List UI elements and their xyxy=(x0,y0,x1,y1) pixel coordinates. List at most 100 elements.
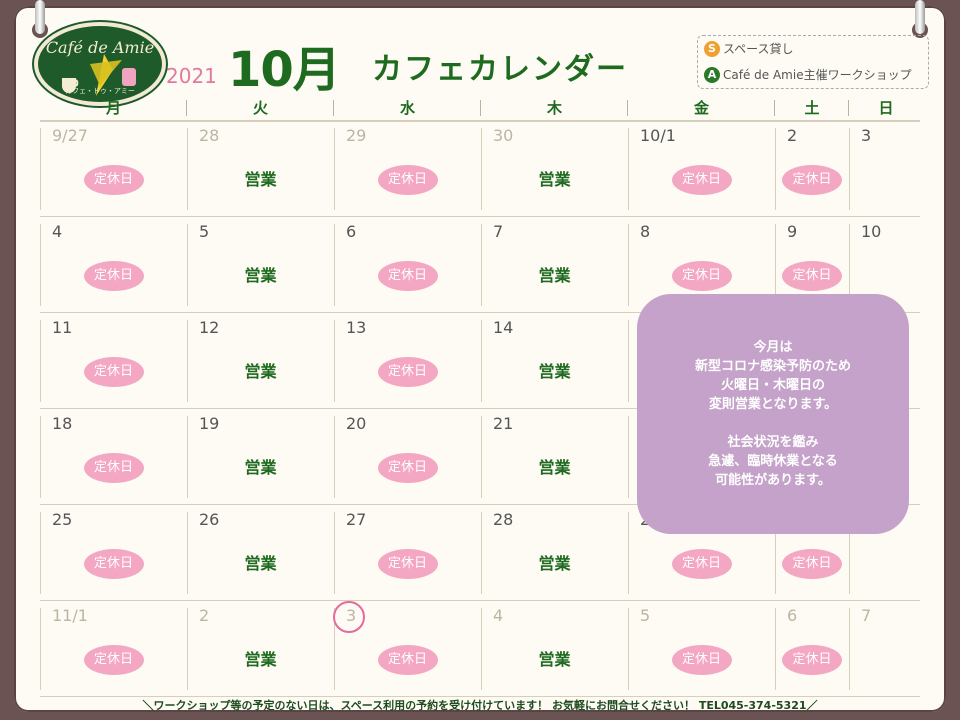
date-number: 9/27 xyxy=(52,126,88,145)
notice-line xyxy=(637,414,909,433)
date-number: 18 xyxy=(52,414,73,433)
legend-box: S スペース貸し A Café de Amie主催ワークショップ xyxy=(697,35,929,89)
closed-badge: 定休日 xyxy=(83,453,144,483)
column-divider xyxy=(481,224,482,306)
column-divider xyxy=(40,512,41,594)
header-divider xyxy=(480,100,481,116)
notice-line: 新型コロナ感染予防のため xyxy=(694,359,851,374)
column-divider xyxy=(187,320,188,402)
column-divider xyxy=(628,608,629,690)
column-divider xyxy=(628,224,629,306)
cafe-logo: Café de Amie カフェ・ドゥ・アミー xyxy=(34,22,166,106)
workshop-icon: A xyxy=(704,66,720,83)
date-number: 6 xyxy=(787,606,798,625)
date-number: 10/1 xyxy=(640,126,676,145)
open-label: 営業 xyxy=(244,266,277,285)
highlight-circle xyxy=(333,601,365,633)
date-number: 29 xyxy=(346,126,367,145)
column-divider xyxy=(334,416,335,498)
column-divider xyxy=(334,224,335,306)
open-label: 営業 xyxy=(538,458,571,477)
date-number: 11/1 xyxy=(52,606,88,625)
closed-badge: 定休日 xyxy=(671,549,732,579)
notice-line: 急遽、臨時休業となる xyxy=(708,454,838,469)
column-divider xyxy=(849,608,850,690)
open-label: 営業 xyxy=(538,650,571,669)
footer-contact: ＼ワークショップ等の予定のない日は、スペース利用の予約を受け付けています！ お気… xyxy=(142,699,818,712)
weekday-header: 火 xyxy=(252,99,268,117)
column-divider xyxy=(40,320,41,402)
binder-ring-right xyxy=(915,0,925,34)
date-number: 26 xyxy=(199,510,220,529)
column-divider xyxy=(481,128,482,210)
date-number: 4 xyxy=(52,222,63,241)
closed-badge: 定休日 xyxy=(83,645,144,675)
logo-subtitle: カフェ・ドゥ・アミー xyxy=(65,87,135,95)
column-divider xyxy=(775,128,776,210)
open-label: 営業 xyxy=(244,362,277,381)
notice-panel: 今月は 新型コロナ感染予防のため 火曜日・木曜日の 変則営業となります。 社会状況を鑑… xyxy=(637,294,909,534)
date-number: 28 xyxy=(493,510,514,529)
header-divider xyxy=(848,100,849,116)
header-divider xyxy=(186,100,187,116)
closed-badge: 定休日 xyxy=(782,261,842,291)
date-number: 10 xyxy=(861,222,882,241)
row-divider xyxy=(40,216,920,217)
column-divider xyxy=(334,512,335,594)
date-number: 14 xyxy=(493,318,514,337)
closed-badge: 定休日 xyxy=(377,357,438,387)
date-number: 2 xyxy=(199,606,210,625)
open-label: 営業 xyxy=(244,458,277,477)
closed-badge: 定休日 xyxy=(377,645,438,675)
notice-line: 火曜日・木曜日の xyxy=(720,378,825,393)
closed-badge: 定休日 xyxy=(377,453,438,483)
row-divider xyxy=(40,600,920,601)
column-divider xyxy=(187,416,188,498)
weekday-header: 金 xyxy=(693,99,709,117)
legend-item-space: S スペース貸し xyxy=(704,40,794,57)
column-divider xyxy=(775,608,776,690)
date-number: 12 xyxy=(199,318,220,337)
date-number: 7 xyxy=(861,606,872,625)
weekday-header: 月 xyxy=(105,99,121,117)
notice-line: 変則営業となります。 xyxy=(708,397,838,412)
column-divider xyxy=(187,608,188,690)
closed-badge: 定休日 xyxy=(83,357,144,387)
closed-badge: 定休日 xyxy=(377,549,438,579)
closed-badge: 定休日 xyxy=(671,165,732,195)
column-divider xyxy=(334,320,335,402)
open-label: 営業 xyxy=(244,554,277,573)
weekday-header: 日 xyxy=(878,99,894,117)
column-divider xyxy=(481,416,482,498)
date-number: 4 xyxy=(493,606,504,625)
open-label: 営業 xyxy=(538,554,571,573)
date-number: 5 xyxy=(199,222,210,241)
column-divider xyxy=(481,512,482,594)
closed-badge: 定休日 xyxy=(782,165,842,195)
date-number: 5 xyxy=(640,606,651,625)
closed-badge: 定休日 xyxy=(83,165,144,195)
date-number: 6 xyxy=(346,222,357,241)
logo-name: Café de Amie xyxy=(45,38,155,57)
notice-line: 社会状況を鑑み xyxy=(727,435,819,450)
column-divider xyxy=(40,416,41,498)
open-label: 営業 xyxy=(244,170,277,189)
date-number: 19 xyxy=(199,414,220,433)
column-divider xyxy=(187,224,188,306)
open-label: 営業 xyxy=(538,362,571,381)
legend-item-workshop: A Café de Amie主催ワークショップ xyxy=(704,66,912,83)
column-divider xyxy=(481,320,482,402)
column-divider xyxy=(628,512,629,594)
closed-badge: 定休日 xyxy=(782,549,842,579)
date-number: 9 xyxy=(787,222,798,241)
row-divider xyxy=(40,120,920,122)
column-divider xyxy=(334,128,335,210)
date-number: 20 xyxy=(346,414,367,433)
header-divider xyxy=(627,100,628,116)
calendar-title: カフェカレンダー xyxy=(372,52,628,87)
closed-badge: 定休日 xyxy=(83,261,144,291)
column-divider xyxy=(628,320,629,402)
closed-badge: 定休日 xyxy=(671,645,732,675)
open-label: 営業 xyxy=(538,170,571,189)
calendar-year: 2021 xyxy=(166,64,217,88)
